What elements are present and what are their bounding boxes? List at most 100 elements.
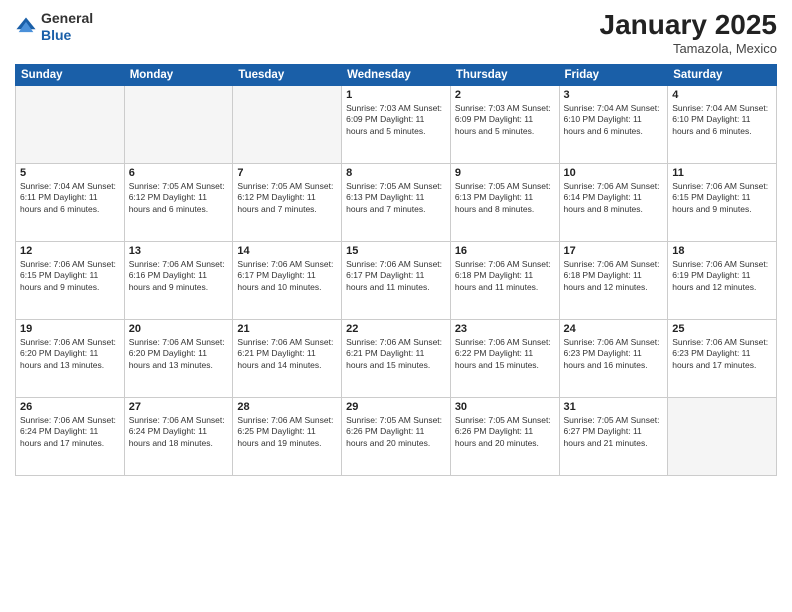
logo-blue: Blue	[41, 27, 71, 43]
calendar-cell-w1-d4: 9Sunrise: 7:05 AM Sunset: 6:13 PM Daylig…	[450, 163, 559, 241]
page: General Blue January 2025 Tamazola, Mexi…	[0, 0, 792, 612]
day-info: Sunrise: 7:06 AM Sunset: 6:17 PM Dayligh…	[346, 259, 446, 293]
logo-icon	[15, 16, 37, 38]
calendar-cell-w4-d0: 26Sunrise: 7:06 AM Sunset: 6:24 PM Dayli…	[16, 397, 125, 475]
calendar-cell-w4-d1: 27 Sunrise: 7:06 AM Sunset: 6:24 PM Dayli…	[124, 397, 233, 475]
calendar-cell-w1-d6: 11 Sunrise: 7:06 AM Sunset: 6:15 PM Dayli…	[668, 163, 777, 241]
calendar-header-row: Sunday Monday Tuesday Wednesday Thursday…	[16, 64, 777, 85]
calendar-cell-w3-d4: 23Sunrise: 7:06 AM Sunset: 6:22 PM Dayli…	[450, 319, 559, 397]
day-info: Sunrise: 7:06 AM Sunset: 6:21 PM Dayligh…	[237, 337, 337, 371]
day-number: 15	[346, 245, 446, 257]
calendar-cell-w4-d5: 31 Sunrise: 7:05 AM Sunset: 6:27 PM Dayli…	[559, 397, 668, 475]
day-info: Sunrise: 7:04 AM Sunset: 6:11 PM Dayligh…	[20, 181, 120, 215]
logo: General Blue	[15, 10, 93, 44]
day-number: 12	[20, 245, 120, 257]
logo-general: General	[41, 10, 93, 26]
day-info: Sunrise: 7:05 AM Sunset: 6:12 PM Dayligh…	[237, 181, 337, 215]
day-info: Sunrise: 7:05 AM Sunset: 6:27 PM Dayligh…	[564, 415, 664, 449]
calendar-cell-w3-d1: 20 Sunrise: 7:06 AM Sunset: 6:20 PM Dayli…	[124, 319, 233, 397]
header-saturday: Saturday	[668, 64, 777, 85]
day-number: 16	[455, 245, 555, 257]
calendar-cell-w2-d6: 18 Sunrise: 7:06 AM Sunset: 6:19 PM Dayli…	[668, 241, 777, 319]
calendar-cell-w0-d2	[233, 85, 342, 163]
day-info: Sunrise: 7:06 AM Sunset: 6:24 PM Dayligh…	[20, 415, 120, 449]
day-number: 24	[564, 323, 664, 335]
header-friday: Friday	[559, 64, 668, 85]
calendar-cell-w2-d0: 12 Sunrise: 7:06 AM Sunset: 6:15 PM Dayli…	[16, 241, 125, 319]
calendar-cell-w3-d3: 22 Sunrise: 7:06 AM Sunset: 6:21 PM Dayli…	[342, 319, 451, 397]
day-info: Sunrise: 7:06 AM Sunset: 6:19 PM Dayligh…	[672, 259, 772, 293]
header: General Blue January 2025 Tamazola, Mexi…	[15, 10, 777, 56]
calendar-cell-w0-d5: 3 Sunrise: 7:04 AM Sunset: 6:10 PM Daylig…	[559, 85, 668, 163]
header-monday: Monday	[124, 64, 233, 85]
day-number: 10	[564, 167, 664, 179]
calendar-week-1: 5Sunrise: 7:04 AM Sunset: 6:11 PM Daylig…	[16, 163, 777, 241]
title-block: January 2025 Tamazola, Mexico	[600, 10, 777, 56]
calendar-cell-w3-d6: 25 Sunrise: 7:06 AM Sunset: 6:23 PM Dayli…	[668, 319, 777, 397]
calendar-week-0: 1 Sunrise: 7:03 AM Sunset: 6:09 PM Daylig…	[16, 85, 777, 163]
calendar-cell-w0-d0	[16, 85, 125, 163]
day-number: 27	[129, 401, 229, 413]
calendar-cell-w0-d3: 1 Sunrise: 7:03 AM Sunset: 6:09 PM Daylig…	[342, 85, 451, 163]
day-info: Sunrise: 7:06 AM Sunset: 6:24 PM Dayligh…	[129, 415, 229, 449]
calendar-cell-w3-d5: 24 Sunrise: 7:06 AM Sunset: 6:23 PM Dayli…	[559, 319, 668, 397]
month-title: January 2025	[600, 10, 777, 41]
day-number: 4	[672, 89, 772, 101]
header-thursday: Thursday	[450, 64, 559, 85]
day-info: Sunrise: 7:04 AM Sunset: 6:10 PM Dayligh…	[672, 103, 772, 137]
day-info: Sunrise: 7:03 AM Sunset: 6:09 PM Dayligh…	[455, 103, 555, 137]
day-info: Sunrise: 7:06 AM Sunset: 6:14 PM Dayligh…	[564, 181, 664, 215]
day-info: Sunrise: 7:06 AM Sunset: 6:21 PM Dayligh…	[346, 337, 446, 371]
day-number: 28	[237, 401, 337, 413]
day-number: 30	[455, 401, 555, 413]
day-number: 13	[129, 245, 229, 257]
day-info: Sunrise: 7:03 AM Sunset: 6:09 PM Dayligh…	[346, 103, 446, 137]
day-number: 22	[346, 323, 446, 335]
calendar-cell-w4-d2: 28Sunrise: 7:06 AM Sunset: 6:25 PM Dayli…	[233, 397, 342, 475]
day-number: 31	[564, 401, 664, 413]
calendar-cell-w4-d4: 30 Sunrise: 7:05 AM Sunset: 6:26 PM Dayli…	[450, 397, 559, 475]
day-info: Sunrise: 7:06 AM Sunset: 6:23 PM Dayligh…	[564, 337, 664, 371]
calendar-cell-w4-d6	[668, 397, 777, 475]
day-info: Sunrise: 7:06 AM Sunset: 6:23 PM Dayligh…	[672, 337, 772, 371]
header-sunday: Sunday	[16, 64, 125, 85]
day-number: 29	[346, 401, 446, 413]
calendar-week-4: 26Sunrise: 7:06 AM Sunset: 6:24 PM Dayli…	[16, 397, 777, 475]
calendar-cell-w2-d3: 15 Sunrise: 7:06 AM Sunset: 6:17 PM Dayli…	[342, 241, 451, 319]
logo-text: General Blue	[41, 10, 93, 44]
day-number: 3	[564, 89, 664, 101]
day-info: Sunrise: 7:05 AM Sunset: 6:13 PM Dayligh…	[455, 181, 555, 215]
day-info: Sunrise: 7:06 AM Sunset: 6:17 PM Dayligh…	[237, 259, 337, 293]
day-info: Sunrise: 7:05 AM Sunset: 6:13 PM Dayligh…	[346, 181, 446, 215]
day-number: 17	[564, 245, 664, 257]
calendar-cell-w1-d1: 6 Sunrise: 7:05 AM Sunset: 6:12 PM Daylig…	[124, 163, 233, 241]
calendar-cell-w2-d4: 16Sunrise: 7:06 AM Sunset: 6:18 PM Dayli…	[450, 241, 559, 319]
day-number: 6	[129, 167, 229, 179]
day-number: 25	[672, 323, 772, 335]
day-info: Sunrise: 7:04 AM Sunset: 6:10 PM Dayligh…	[564, 103, 664, 137]
day-info: Sunrise: 7:06 AM Sunset: 6:15 PM Dayligh…	[672, 181, 772, 215]
day-number: 8	[346, 167, 446, 179]
day-number: 14	[237, 245, 337, 257]
day-number: 21	[237, 323, 337, 335]
calendar-cell-w2-d5: 17Sunrise: 7:06 AM Sunset: 6:18 PM Dayli…	[559, 241, 668, 319]
day-number: 7	[237, 167, 337, 179]
day-number: 1	[346, 89, 446, 101]
calendar-week-2: 12 Sunrise: 7:06 AM Sunset: 6:15 PM Dayli…	[16, 241, 777, 319]
day-number: 18	[672, 245, 772, 257]
header-tuesday: Tuesday	[233, 64, 342, 85]
calendar-cell-w1-d5: 10 Sunrise: 7:06 AM Sunset: 6:14 PM Dayli…	[559, 163, 668, 241]
day-number: 20	[129, 323, 229, 335]
day-number: 11	[672, 167, 772, 179]
day-number: 19	[20, 323, 120, 335]
location-subtitle: Tamazola, Mexico	[600, 41, 777, 56]
calendar-cell-w1-d2: 7 Sunrise: 7:05 AM Sunset: 6:12 PM Daylig…	[233, 163, 342, 241]
day-info: Sunrise: 7:06 AM Sunset: 6:20 PM Dayligh…	[129, 337, 229, 371]
day-info: Sunrise: 7:06 AM Sunset: 6:15 PM Dayligh…	[20, 259, 120, 293]
day-info: Sunrise: 7:05 AM Sunset: 6:26 PM Dayligh…	[346, 415, 446, 449]
calendar-cell-w4-d3: 29 Sunrise: 7:05 AM Sunset: 6:26 PM Dayli…	[342, 397, 451, 475]
day-info: Sunrise: 7:05 AM Sunset: 6:12 PM Dayligh…	[129, 181, 229, 215]
day-info: Sunrise: 7:05 AM Sunset: 6:26 PM Dayligh…	[455, 415, 555, 449]
header-wednesday: Wednesday	[342, 64, 451, 85]
calendar-table: Sunday Monday Tuesday Wednesday Thursday…	[15, 64, 777, 476]
